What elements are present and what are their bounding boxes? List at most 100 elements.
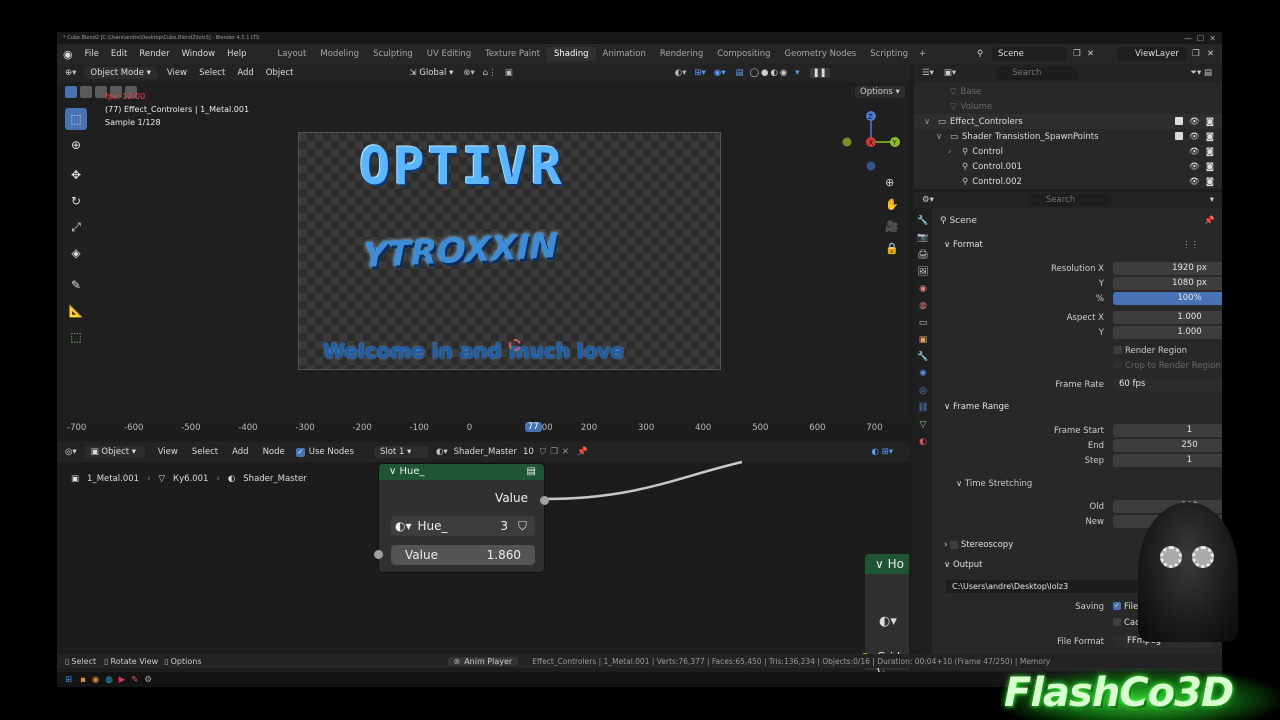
view-layer-selector[interactable]: ViewLayer	[1117, 47, 1187, 61]
menu-file[interactable]: File	[79, 49, 105, 59]
outliner-type-icon[interactable]: ☰▾	[922, 68, 934, 78]
pivot-icon[interactable]: ⊗▾	[463, 68, 474, 78]
frame-ruler[interactable]: -700 -600 -500 -400 -300 -200 -100 0 77 00 200 300 4…	[57, 421, 909, 437]
viewport-menu-view[interactable]: View	[161, 68, 193, 78]
shading-dropdown-icon[interactable]: ▾	[795, 68, 799, 78]
tab-shading[interactable]: Shading	[546, 47, 596, 61]
blender-logo-icon[interactable]: ◉	[63, 48, 73, 61]
render-camera-icon[interactable]: ◙	[1206, 177, 1214, 187]
mode-selector[interactable]: Object Mode ▾	[84, 67, 157, 79]
eye-icon[interactable]: 👁	[1189, 117, 1200, 127]
overlay-icon[interactable]: ◉▾	[714, 68, 726, 78]
anim-player-job[interactable]: ⊗ Anim Player	[447, 656, 519, 666]
youtube-icon[interactable]: ▶	[119, 675, 126, 685]
resolution-x-field[interactable]: 1920 px	[1113, 262, 1222, 275]
new-view-layer-icon[interactable]: ❐	[1192, 49, 1200, 59]
cache-result-checkbox[interactable]	[1113, 618, 1121, 626]
tab-uv-editing[interactable]: UV Editing	[420, 47, 478, 61]
select-new-icon[interactable]	[65, 86, 77, 98]
tab-compositing[interactable]: Compositing	[710, 47, 777, 61]
annotate-tool[interactable]: ✎	[65, 274, 87, 296]
render-camera-icon[interactable]: ◙	[1206, 117, 1214, 127]
add-workspace-icon[interactable]: +	[919, 49, 926, 59]
outliner-row[interactable]: ⚲ Control.002 👁 ◙	[914, 174, 1222, 189]
measure-tool[interactable]: 📐	[65, 300, 87, 322]
presets-icon[interactable]: ⋮⋮	[1182, 240, 1199, 250]
object-tab-icon[interactable]: ▣	[919, 335, 928, 345]
expand-arrow-icon[interactable]: ›	[948, 147, 958, 157]
constraints-tab-icon[interactable]: ⛓	[917, 403, 928, 413]
ho-node-tree-icon[interactable]: ◐▾	[879, 614, 897, 629]
paint-icon[interactable]: ✎	[131, 675, 138, 685]
outliner-row[interactable]: › ⚲ Control 👁 ◙	[914, 144, 1222, 159]
orientation-selector[interactable]: ⇲ Global ▾	[409, 68, 453, 78]
aspect-x-field[interactable]: 1.000	[1113, 311, 1222, 324]
include-checkbox[interactable]	[1174, 131, 1183, 140]
gizmo-icon[interactable]: ⊞▾	[694, 68, 705, 78]
node-group-icon[interactable]: ▤	[527, 464, 536, 480]
hue-input-socket[interactable]	[374, 550, 383, 559]
camera-icon[interactable]: 🎥	[885, 220, 899, 233]
zoom-icon[interactable]: ⊕	[885, 176, 899, 189]
format-panel-header[interactable]: ∨ Format	[944, 240, 983, 250]
tab-rendering[interactable]: Rendering	[653, 47, 710, 61]
eye-icon[interactable]: 👁	[1189, 162, 1200, 172]
tab-animation[interactable]: Animation	[596, 47, 653, 61]
properties-type-icon[interactable]: ⚙▾	[922, 195, 934, 205]
ho-node-header[interactable]: ∨ Ho	[865, 554, 909, 574]
xray-icon[interactable]: ▤	[735, 68, 743, 78]
outliner-row[interactable]: ▽ Base	[914, 84, 1222, 99]
stereoscopy-checkbox[interactable]	[950, 540, 959, 549]
menu-help[interactable]: Help	[221, 49, 252, 59]
stereoscopy-panel-header[interactable]: › Stereoscopy	[944, 540, 1013, 550]
hue-node-header[interactable]: ∨ Hue_ ▤	[379, 464, 544, 480]
tab-scripting[interactable]: Scripting	[863, 47, 915, 61]
outliner-search[interactable]: Search	[996, 66, 1079, 80]
particles-tab-icon[interactable]: ✺	[919, 369, 927, 379]
scene-tab-icon[interactable]: ◉	[919, 284, 927, 294]
tab-sculpting[interactable]: Sculpting	[366, 47, 420, 61]
eye-icon[interactable]: 👁	[1189, 177, 1200, 187]
blender-task-icon[interactable]: ◉	[92, 675, 99, 685]
crop-checkbox[interactable]	[1114, 361, 1122, 369]
viewport-menu-select[interactable]: Select	[193, 68, 231, 78]
aspect-y-field[interactable]: 1.000	[1113, 326, 1222, 339]
frame-end-field[interactable]: 250	[1113, 439, 1222, 452]
browser-icon[interactable]: ◍	[105, 675, 112, 685]
delete-view-layer-icon[interactable]: ✕	[1207, 49, 1214, 59]
snap-icon[interactable]: ⌂⋮	[483, 68, 497, 78]
tab-layout[interactable]: Layout	[270, 47, 313, 61]
menu-window[interactable]: Window	[176, 49, 222, 59]
expand-arrow-icon[interactable]: ∨	[924, 117, 934, 127]
frame-start-field[interactable]: 1	[1113, 424, 1222, 437]
frame-range-panel-header[interactable]: ∨ Frame Range	[944, 402, 1009, 412]
viewport-menu-add[interactable]: Add	[231, 68, 259, 78]
lock-icon[interactable]: 🔒	[885, 242, 899, 255]
new-scene-icon[interactable]: ❐	[1073, 49, 1081, 59]
editor-type-icon[interactable]: ⊕▾	[65, 68, 76, 78]
modifier-tab-icon[interactable]: 🔧	[917, 352, 928, 362]
view-layer-tab-icon[interactable]: 🖼	[917, 267, 928, 277]
tab-geometry-nodes[interactable]: Geometry Nodes	[778, 47, 864, 61]
viewport-menu-object[interactable]: Object	[260, 68, 300, 78]
expand-arrow-icon[interactable]: ∨	[936, 132, 946, 142]
render-region-checkbox[interactable]	[1114, 346, 1122, 354]
visibility-icon[interactable]: ◐▾	[675, 68, 687, 78]
filter-icon[interactable]: ⏷▾ ▤	[1190, 68, 1212, 78]
current-frame-indicator[interactable]: 77	[524, 422, 542, 432]
3d-viewport[interactable]: ⊕▾ Object Mode ▾ View Select Add Object ⇲ G…	[57, 64, 909, 419]
pause-icon[interactable]: ❚❚	[809, 68, 830, 78]
outliner-row[interactable]: ⚲ Control.001 👁 ◙	[914, 159, 1222, 174]
frame-rate-dropdown[interactable]: 60 fps▾	[1113, 378, 1222, 391]
window-controls[interactable]: — ☐ ✕	[1184, 34, 1222, 43]
scene-selector[interactable]: Scene	[992, 47, 1067, 61]
tab-texture-paint[interactable]: Texture Paint	[478, 47, 547, 61]
render-camera-icon[interactable]: ◙	[1206, 162, 1214, 172]
scene-icon[interactable]: ⚲	[977, 49, 983, 59]
move-tool[interactable]: ✥	[65, 164, 87, 186]
hue-node[interactable]: ∨ Hue_ ▤ Value ◐▾ Hue_ 3 ⛉ Value 1.860	[374, 464, 549, 572]
windows-start-icon[interactable]: ⊞	[65, 675, 72, 685]
tool-tab-icon[interactable]: 🔧	[917, 216, 928, 226]
hue-output-socket[interactable]	[540, 496, 549, 505]
display-mode-icon[interactable]: ▣▾	[944, 68, 956, 78]
